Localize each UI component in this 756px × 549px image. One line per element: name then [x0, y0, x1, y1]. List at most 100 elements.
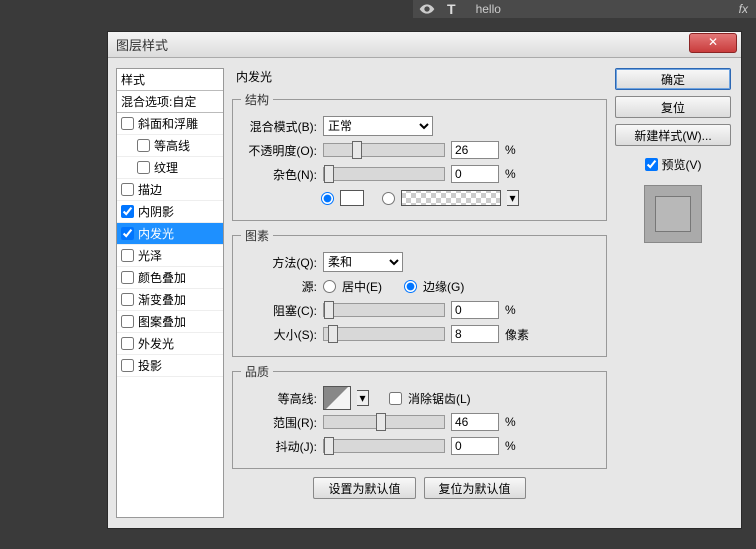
effect-label: 颜色叠加: [138, 269, 186, 286]
list-blending-options[interactable]: 混合选项:自定: [117, 91, 223, 113]
jitter-slider[interactable]: [323, 439, 445, 453]
opacity-input[interactable]: [451, 141, 499, 159]
effect-item-4[interactable]: 内阴影: [117, 201, 223, 223]
effect-checkbox[interactable]: [121, 337, 134, 350]
ok-button[interactable]: 确定: [615, 68, 731, 90]
titlebar[interactable]: 图层样式 ✕: [108, 32, 741, 58]
choke-input[interactable]: [451, 301, 499, 319]
blendmode-combo[interactable]: 正常: [323, 116, 433, 136]
effect-checkbox[interactable]: [121, 183, 134, 196]
range-label: 范围(R):: [241, 414, 317, 431]
quality-group: 品质 等高线: ▾ 消除锯齿(L) 范围(R): % 抖动(J):: [232, 363, 607, 469]
effect-checkbox[interactable]: [121, 315, 134, 328]
layer-style-dialog: 图层样式 ✕ 样式 混合选项:自定 斜面和浮雕等高线纹理描边内阴影内发光光泽颜色…: [107, 31, 742, 529]
effect-label: 斜面和浮雕: [138, 115, 198, 132]
range-unit: %: [505, 415, 516, 429]
source-edge-radio[interactable]: [404, 280, 417, 293]
color-radio-gradient[interactable]: [382, 192, 395, 205]
layers-panel: T hello fx: [413, 0, 756, 18]
gradient-dropdown-icon[interactable]: ▾: [507, 190, 519, 206]
cancel-button[interactable]: 复位: [615, 96, 731, 118]
choke-label: 阻塞(C):: [241, 302, 317, 319]
effect-item-9[interactable]: 图案叠加: [117, 311, 223, 333]
color-swatch[interactable]: [340, 190, 364, 206]
effect-label: 纹理: [154, 159, 178, 176]
antialias-checkbox[interactable]: [389, 392, 402, 405]
noise-slider[interactable]: [323, 167, 445, 181]
dialog-title: 图层样式: [116, 35, 168, 54]
effect-checkbox[interactable]: [121, 359, 134, 372]
close-button[interactable]: ✕: [689, 33, 737, 53]
effect-label: 投影: [138, 357, 162, 374]
opacity-unit: %: [505, 143, 516, 157]
layer-name[interactable]: hello: [476, 2, 501, 16]
effect-checkbox[interactable]: [137, 161, 150, 174]
noise-label: 杂色(N):: [241, 166, 317, 183]
opacity-label: 不透明度(O):: [241, 142, 317, 159]
effect-item-1[interactable]: 等高线: [117, 135, 223, 157]
jitter-input[interactable]: [451, 437, 499, 455]
source-label: 源:: [241, 278, 317, 295]
size-slider[interactable]: [323, 327, 445, 341]
contour-dropdown-icon[interactable]: ▾: [357, 390, 369, 406]
contour-preview[interactable]: [323, 386, 351, 410]
structure-group: 结构 混合模式(B): 正常 不透明度(O): % 杂色(N): %: [232, 91, 607, 221]
effect-checkbox[interactable]: [137, 139, 150, 152]
effect-item-6[interactable]: 光泽: [117, 245, 223, 267]
effect-checkbox[interactable]: [121, 227, 134, 240]
effect-checkbox[interactable]: [121, 117, 134, 130]
effect-checkbox[interactable]: [121, 271, 134, 284]
gradient-preview[interactable]: [401, 190, 501, 206]
source-center-radio[interactable]: [323, 280, 336, 293]
choke-unit: %: [505, 303, 516, 317]
elements-group: 图素 方法(Q): 柔和 源: 居中(E) 边缘(G) 阻塞(C):: [232, 227, 607, 357]
effect-item-5[interactable]: 内发光: [117, 223, 223, 245]
range-input[interactable]: [451, 413, 499, 431]
effect-label: 内发光: [138, 225, 174, 242]
effect-label: 等高线: [154, 137, 190, 154]
reset-default-button[interactable]: 复位为默认值: [424, 477, 526, 499]
effect-label: 描边: [138, 181, 162, 198]
effect-item-8[interactable]: 渐变叠加: [117, 289, 223, 311]
size-unit: 像素: [505, 326, 529, 343]
blendmode-label: 混合模式(B):: [241, 118, 317, 135]
preview-label: 预览(V): [662, 156, 702, 173]
size-label: 大小(S):: [241, 326, 317, 343]
effect-checkbox[interactable]: [121, 205, 134, 218]
fx-badge[interactable]: fx: [739, 2, 748, 16]
preview-checkbox[interactable]: [645, 158, 658, 171]
effect-item-10[interactable]: 外发光: [117, 333, 223, 355]
antialias-label: 消除锯齿(L): [408, 390, 471, 407]
effect-item-0[interactable]: 斜面和浮雕: [117, 113, 223, 135]
effect-checkbox[interactable]: [121, 249, 134, 262]
elements-legend: 图素: [241, 227, 273, 244]
effect-item-11[interactable]: 投影: [117, 355, 223, 377]
opacity-slider[interactable]: [323, 143, 445, 157]
list-header-styles[interactable]: 样式: [117, 69, 223, 91]
technique-combo[interactable]: 柔和: [323, 252, 403, 272]
size-input[interactable]: [451, 325, 499, 343]
preview-swatch: [644, 185, 702, 243]
noise-input[interactable]: [451, 165, 499, 183]
effect-item-3[interactable]: 描边: [117, 179, 223, 201]
effect-item-7[interactable]: 颜色叠加: [117, 267, 223, 289]
range-slider[interactable]: [323, 415, 445, 429]
effect-label: 内阴影: [138, 203, 174, 220]
effect-checkbox[interactable]: [121, 293, 134, 306]
visibility-icon[interactable]: [419, 1, 435, 17]
set-default-button[interactable]: 设置为默认值: [313, 477, 415, 499]
color-radio-solid[interactable]: [321, 192, 334, 205]
source-edge-label: 边缘(G): [423, 278, 464, 295]
contour-label: 等高线:: [241, 390, 317, 407]
effect-item-2[interactable]: 纹理: [117, 157, 223, 179]
noise-unit: %: [505, 167, 516, 181]
technique-label: 方法(Q):: [241, 254, 317, 271]
effect-label: 图案叠加: [138, 313, 186, 330]
preview-checkbox-row[interactable]: 预览(V): [615, 156, 731, 173]
choke-slider[interactable]: [323, 303, 445, 317]
jitter-label: 抖动(J):: [241, 438, 317, 455]
effect-label: 外发光: [138, 335, 174, 352]
effect-label: 渐变叠加: [138, 291, 186, 308]
new-style-button[interactable]: 新建样式(W)...: [615, 124, 731, 146]
effect-label: 光泽: [138, 247, 162, 264]
